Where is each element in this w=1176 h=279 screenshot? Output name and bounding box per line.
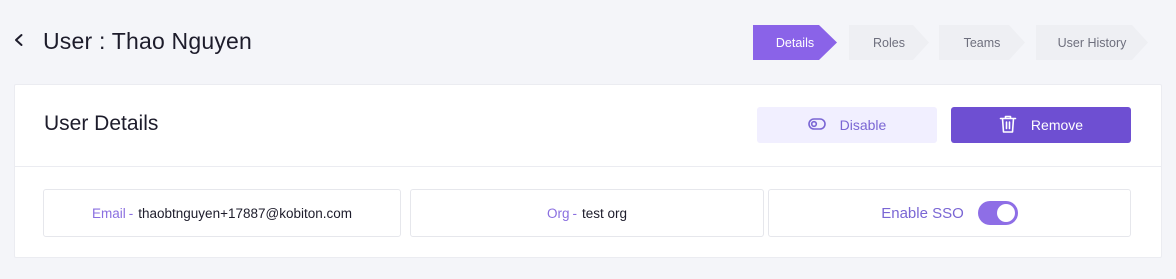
remove-button-label: Remove: [1030, 117, 1084, 133]
step-user-history[interactable]: User History: [1036, 25, 1148, 60]
chevron-left-icon: [12, 33, 26, 52]
org-separator: -: [572, 205, 577, 221]
email-value: thaobtnguyen+17887@kobiton.com: [138, 205, 352, 221]
user-details-card: User Details Disable Remove Email - thao…: [14, 84, 1162, 258]
sso-label: Enable SSO: [881, 204, 964, 222]
page-title: User : Thao Nguyen: [43, 28, 253, 54]
toggle-off-icon: [807, 117, 826, 133]
email-separator: -: [128, 205, 134, 221]
step-teams-label: Teams: [963, 35, 1001, 50]
step-user-history-label: User History: [1057, 35, 1127, 50]
step-details-label: Details: [775, 35, 815, 50]
step-details[interactable]: Details: [753, 25, 837, 60]
sso-field: Enable SSO: [768, 189, 1131, 237]
stepper: Details Roles Teams User History: [753, 25, 1148, 60]
disable-button[interactable]: Disable: [757, 107, 937, 143]
card-title: User Details: [44, 112, 159, 135]
step-teams[interactable]: Teams: [939, 25, 1025, 60]
back-button[interactable]: [10, 33, 28, 51]
sso-toggle[interactable]: [977, 201, 1018, 225]
trash-icon: [999, 114, 1017, 137]
step-roles[interactable]: Roles: [849, 25, 929, 60]
sso-toggle-knob: [996, 204, 1015, 222]
org-value: test org: [581, 205, 628, 221]
email-label: Email: [91, 205, 126, 221]
remove-button[interactable]: Remove: [951, 107, 1131, 143]
disable-button-label: Disable: [839, 117, 887, 133]
org-field: Org - test org: [410, 189, 764, 237]
card-divider: [15, 166, 1161, 167]
step-roles-label: Roles: [873, 35, 905, 50]
org-label: Org: [546, 205, 570, 221]
email-field: Email - thaobtnguyen+17887@kobiton.com: [43, 189, 401, 237]
